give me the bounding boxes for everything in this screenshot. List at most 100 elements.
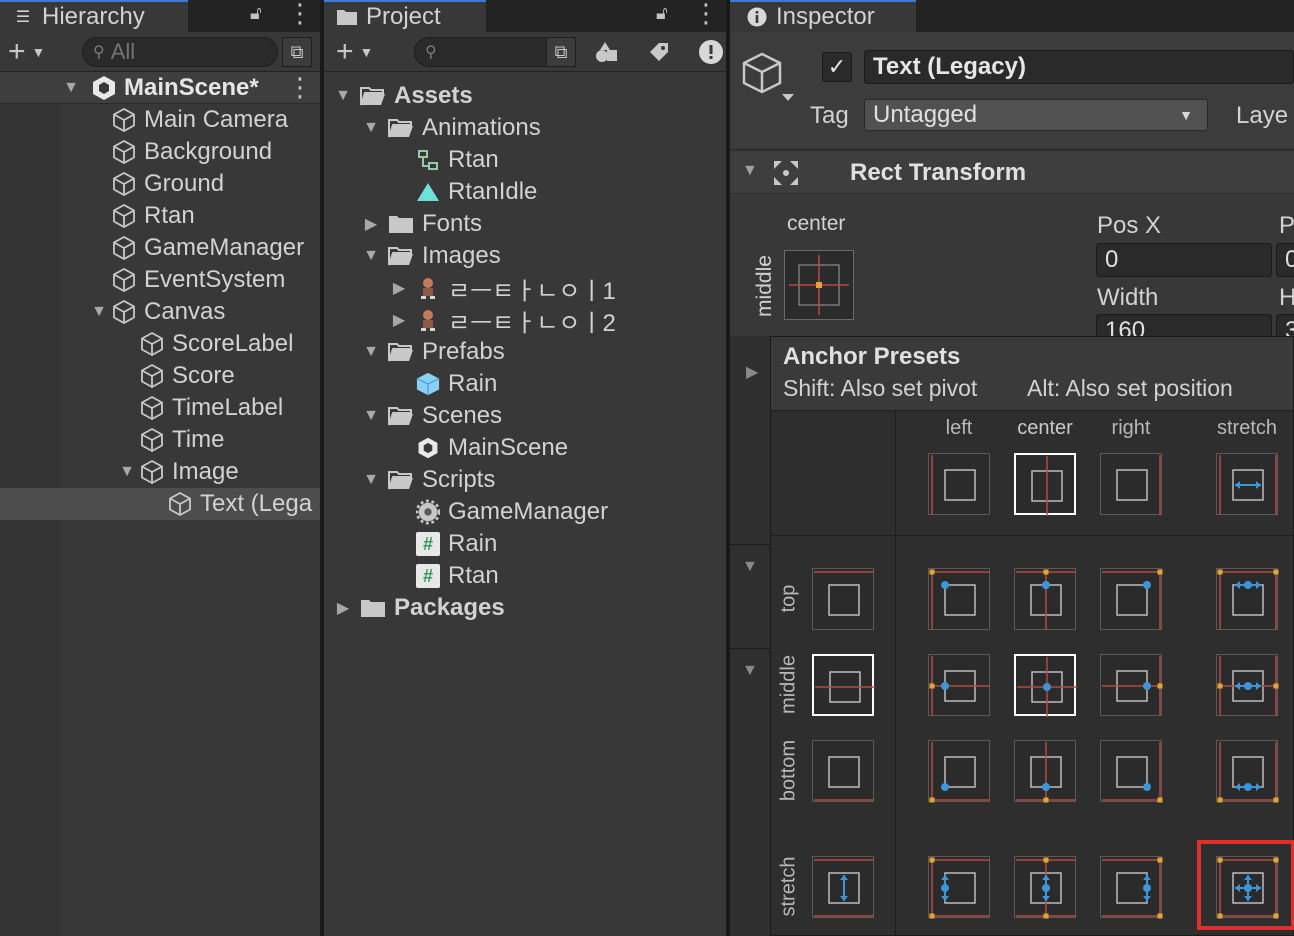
expand-arrow-icon[interactable]: ▼ bbox=[360, 343, 382, 361]
anchor-preset-stretch-bottom[interactable] bbox=[1216, 740, 1279, 803]
splitter[interactable] bbox=[726, 0, 730, 936]
filter-label-icon[interactable] bbox=[644, 37, 674, 67]
hierarchy-item[interactable]: Main Camera bbox=[0, 104, 320, 136]
anchor-preset-left-bottom[interactable] bbox=[928, 740, 990, 803]
anchor-preset-stretch-middle[interactable] bbox=[1216, 654, 1279, 716]
create-button[interactable]: + ▼ bbox=[8, 35, 64, 68]
hierarchy-item[interactable]: ▼ Canvas bbox=[0, 296, 320, 328]
project-item[interactable]: MainScene bbox=[324, 432, 726, 464]
anchor-preset-none-stretch[interactable] bbox=[812, 856, 874, 918]
anchor-preset-right-top[interactable] bbox=[1100, 568, 1163, 630]
hierarchy-item[interactable]: Ground bbox=[0, 168, 320, 200]
anchor-preset-none-middle[interactable] bbox=[812, 654, 875, 716]
anchor-preset-none-top[interactable] bbox=[812, 568, 874, 630]
collapse-arrow-icon[interactable]: ▼ bbox=[742, 662, 758, 680]
lock-icon[interactable]: 🔓︎ bbox=[656, 3, 668, 24]
tag-dropdown[interactable]: Untagged ▼ bbox=[864, 99, 1208, 131]
project-item[interactable]: ▼ Scripts bbox=[324, 464, 726, 496]
project-item[interactable]: ▼ Animations bbox=[324, 112, 726, 144]
project-search-input[interactable] bbox=[442, 39, 543, 65]
object-name-field[interactable]: Text (Legacy) bbox=[864, 50, 1294, 84]
hierarchy-item[interactable]: EventSystem bbox=[0, 264, 320, 296]
anchor-preset-left-middle[interactable] bbox=[928, 654, 990, 716]
anchor-preset-left-stretch[interactable] bbox=[928, 856, 990, 919]
anchor-preset-right-none[interactable] bbox=[1100, 453, 1162, 515]
project-item[interactable]: ▼ Images bbox=[324, 240, 726, 272]
anchor-preset-right-stretch[interactable] bbox=[1100, 856, 1163, 919]
expand-arrow-icon[interactable]: ▼ bbox=[360, 471, 382, 489]
hierarchy-search-input[interactable] bbox=[110, 39, 251, 65]
collapse-arrow-icon[interactable]: ▶ bbox=[746, 362, 758, 382]
tab-inspector[interactable]: Inspector bbox=[730, 0, 916, 32]
rect-transform-header[interactable]: ▼ Rect Transform bbox=[730, 152, 1294, 194]
lock-icon[interactable]: 🔓︎ bbox=[250, 3, 262, 24]
hierarchy-item[interactable]: Score bbox=[0, 360, 320, 392]
scene-visibility-button[interactable]: ⧉ bbox=[282, 37, 312, 67]
hierarchy-item[interactable]: ScoreLabel bbox=[0, 328, 320, 360]
hierarchy-item[interactable]: Text (Lega bbox=[0, 488, 320, 520]
hierarchy-item[interactable]: TimeLabel bbox=[0, 392, 320, 424]
anchor-preset-center-middle[interactable] bbox=[1014, 654, 1077, 717]
project-item[interactable]: ▶ ㄹㅡㅌㅏㄴㅇㅣ1 bbox=[324, 272, 726, 305]
active-checkbox[interactable]: ✓ bbox=[822, 52, 852, 82]
hierarchy-item[interactable]: Rtan bbox=[0, 200, 320, 232]
more-options-icon[interactable]: ⋮ bbox=[287, 0, 313, 26]
project-item[interactable]: # Rtan bbox=[324, 560, 726, 592]
project-item[interactable]: RtanIdle bbox=[324, 176, 726, 208]
anchor-preset-right-middle[interactable] bbox=[1100, 654, 1163, 716]
project-item[interactable]: ▼ Assets bbox=[324, 80, 726, 112]
pos-x-field[interactable]: 0 bbox=[1096, 243, 1272, 277]
expand-arrow-icon[interactable]: ▼ bbox=[116, 463, 138, 481]
filter-type-icon[interactable] bbox=[592, 37, 622, 67]
anchor-preset-left-none[interactable] bbox=[928, 453, 990, 515]
project-item[interactable]: ▼ Prefabs bbox=[324, 336, 726, 368]
project-item[interactable]: ▼ Scenes bbox=[324, 400, 726, 432]
anchor-v-label: middle bbox=[752, 255, 776, 317]
anchor-preset-right-bottom[interactable] bbox=[1100, 740, 1163, 803]
expand-arrow-icon[interactable]: ▼ bbox=[88, 303, 110, 321]
hierarchy-item[interactable]: GameManager bbox=[0, 232, 320, 264]
project-item[interactable]: ▶ Packages bbox=[324, 592, 726, 624]
scene-row[interactable]: ▼ MainScene* ⋮ bbox=[0, 72, 320, 104]
tab-project[interactable]: Project bbox=[324, 0, 486, 32]
collapsed-arrow-icon[interactable]: ▶ bbox=[388, 310, 410, 330]
anchor-preset-center-stretch[interactable] bbox=[1014, 856, 1076, 919]
anchor-preset-button[interactable] bbox=[784, 250, 854, 320]
hierarchy-item[interactable]: ▼ Image bbox=[0, 456, 320, 488]
expand-arrow-icon[interactable]: ▼ bbox=[332, 87, 354, 105]
anchor-preset-center-top[interactable] bbox=[1014, 568, 1076, 630]
splitter[interactable] bbox=[320, 0, 324, 936]
project-item[interactable]: ▶ Fonts bbox=[324, 208, 726, 240]
expand-arrow-icon[interactable]: ▼ bbox=[360, 119, 382, 137]
anchor-preset-center-none[interactable] bbox=[1014, 453, 1076, 516]
create-asset-button[interactable]: + ▼ bbox=[336, 35, 392, 68]
anchor-preset-none-bottom[interactable] bbox=[812, 740, 874, 802]
search-scope-button[interactable]: ⧉ bbox=[546, 37, 576, 67]
collapsed-arrow-icon[interactable]: ▶ bbox=[360, 214, 382, 234]
hierarchy-item[interactable]: Time bbox=[0, 424, 320, 456]
expand-arrow-icon[interactable]: ▼ bbox=[360, 247, 382, 265]
project-item[interactable]: # Rain bbox=[324, 528, 726, 560]
anchor-preset-left-top[interactable] bbox=[928, 568, 990, 630]
expand-arrow-icon[interactable]: ▼ bbox=[60, 79, 82, 97]
scene-menu-icon[interactable]: ⋮ bbox=[287, 72, 313, 103]
pos-y-field[interactable]: 0 bbox=[1276, 243, 1294, 277]
project-item[interactable]: ▶ ㄹㅡㅌㅏㄴㅇㅣ2 bbox=[324, 304, 726, 337]
hierarchy-item[interactable]: Background bbox=[0, 136, 320, 168]
more-options-icon[interactable]: ⋮ bbox=[693, 0, 719, 26]
expand-arrow-icon[interactable]: ▼ bbox=[360, 407, 382, 425]
collapsed-arrow-icon[interactable]: ▶ bbox=[388, 278, 410, 298]
hierarchy-search[interactable]: ⚲ bbox=[82, 37, 278, 67]
project-item-label: Fonts bbox=[422, 210, 483, 237]
anchor-preset-stretch-top[interactable] bbox=[1216, 568, 1279, 630]
warning-icon[interactable] bbox=[696, 37, 726, 67]
project-item[interactable]: Rtan bbox=[324, 144, 726, 176]
anchor-preset-center-bottom[interactable] bbox=[1014, 740, 1076, 803]
project-item[interactable]: Rain bbox=[324, 368, 726, 400]
project-item[interactable]: GameManager bbox=[324, 496, 726, 528]
collapsed-arrow-icon[interactable]: ▶ bbox=[332, 598, 354, 618]
anchor-preset-stretch-none[interactable] bbox=[1216, 453, 1278, 515]
tab-hierarchy[interactable]: ☰ Hierarchy bbox=[0, 0, 188, 32]
collapse-arrow-icon[interactable]: ▼ bbox=[742, 162, 758, 180]
collapse-arrow-icon[interactable]: ▼ bbox=[742, 558, 758, 576]
